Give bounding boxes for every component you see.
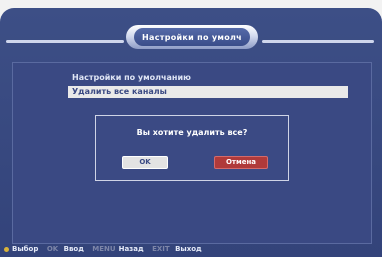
header-rule-right	[262, 40, 374, 43]
title-pill: Настройки по умолч	[126, 25, 258, 49]
footer-hints: Выбор OK Ввод MENU Назад EXIT Выход	[4, 242, 208, 256]
tv-screen: Настройки по умолч Настройки по умолчани…	[0, 8, 382, 257]
back-hint: MENU Назад	[92, 245, 144, 253]
page-title: Настройки по умолч	[134, 28, 250, 46]
exit-hint: EXIT Выход	[152, 245, 202, 253]
yellow-dot-icon	[4, 246, 9, 252]
cancel-button[interactable]: Отмена	[214, 156, 268, 169]
content-panel: Настройки по умолчанию Удалить все канал…	[12, 62, 372, 244]
header-rule-left	[6, 40, 124, 43]
ok-button[interactable]: OK	[122, 156, 168, 169]
confirm-dialog: Вы хотите удалить все? OK Отмена	[95, 115, 289, 181]
enter-hint: OK Ввод	[46, 245, 84, 253]
dialog-message: Вы хотите удалить все?	[136, 128, 248, 137]
menu-item-default-settings[interactable]: Настройки по умолчанию	[68, 72, 348, 84]
select-hint: Выбор	[4, 245, 41, 253]
menu-item-delete-all-channels[interactable]: Удалить все каналы	[68, 86, 348, 98]
